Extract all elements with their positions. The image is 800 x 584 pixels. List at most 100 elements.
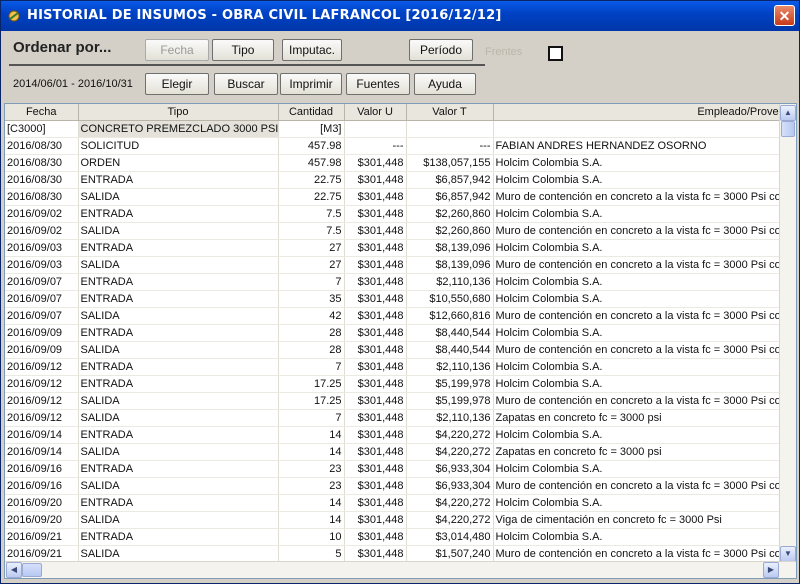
table-row[interactable]: 2016/09/16 ENTRADA 23 $301,448 $6,933,304 Hol… xyxy=(5,460,796,478)
item-header-row[interactable]: [C3000] CONCRETO PREMEZCLADO 3000 PSI [M… xyxy=(5,120,796,138)
ayuda-button[interactable]: Ayuda xyxy=(414,73,476,95)
table-row[interactable]: 2016/09/14 SALIDA 14 $301,448 $4,220,272 Zapa… xyxy=(5,443,796,461)
cell-tipo: ENTRADA xyxy=(78,239,279,257)
sort-fecha-button[interactable]: Fecha xyxy=(145,39,209,61)
cell-fecha: 2016/09/16 xyxy=(5,460,79,478)
sort-tipo-button[interactable]: Tipo xyxy=(212,39,274,61)
table-row[interactable]: 2016/09/03 ENTRADA 27 $301,448 $8,139,096 Hol… xyxy=(5,239,796,257)
cell-fecha: 2016/09/16 xyxy=(5,477,79,495)
item-unit: [M3] xyxy=(278,120,345,138)
table-row[interactable]: 2016/08/30 ORDEN 457.98 $301,448 $138,057,15… xyxy=(5,154,796,172)
cell-cantidad: 28 xyxy=(278,341,345,359)
cell-valor-t: $2,260,860 xyxy=(406,205,494,223)
cell-valor-u: $301,448 xyxy=(344,307,407,325)
table-row[interactable]: 2016/09/03 SALIDA 27 $301,448 $8,139,096 Muro… xyxy=(5,256,796,274)
cell-tipo: SALIDA xyxy=(78,409,279,427)
scroll-left-icon[interactable]: ◀ xyxy=(6,562,22,578)
cell-valor-u: $301,448 xyxy=(344,324,407,342)
column-header-fecha[interactable]: Fecha xyxy=(5,104,79,121)
cell-empleado-proveedor: Holcim Colombia S.A. xyxy=(493,171,796,189)
table-row[interactable]: 2016/09/09 ENTRADA 28 $301,448 $8,440,544 Hol… xyxy=(5,324,796,342)
item-name: CONCRETO PREMEZCLADO 3000 PSI xyxy=(78,120,279,138)
cell-tipo: SALIDA xyxy=(78,188,279,206)
title-bar[interactable]: HISTORIAL DE INSUMOS - OBRA CIVIL LAFRAN… xyxy=(1,1,799,31)
cell-empleado-proveedor: Holcim Colombia S.A. xyxy=(493,528,796,546)
table-row[interactable]: 2016/09/20 ENTRADA 14 $301,448 $4,220,272 Hol… xyxy=(5,494,796,512)
cell-cantidad: 17.25 xyxy=(278,375,345,393)
cell-valor-t: $6,857,942 xyxy=(406,188,494,206)
table-row[interactable]: 2016/09/02 ENTRADA 7.5 $301,448 $2,260,860 Ho… xyxy=(5,205,796,223)
cell-valor-u: $301,448 xyxy=(344,528,407,546)
cell-fecha: 2016/08/30 xyxy=(5,188,79,206)
table-row[interactable]: 2016/09/16 SALIDA 23 $301,448 $6,933,304 Muro… xyxy=(5,477,796,495)
cell-fecha: 2016/09/09 xyxy=(5,341,79,359)
table-row[interactable]: 2016/09/07 SALIDA 42 $301,448 $12,660,816 Mur… xyxy=(5,307,796,325)
empty-cell xyxy=(406,120,494,138)
cell-fecha: 2016/09/21 xyxy=(5,545,79,563)
cell-valor-u: $301,448 xyxy=(344,358,407,376)
column-header-tipo[interactable]: Tipo xyxy=(78,104,279,121)
scroll-up-icon[interactable]: ▲ xyxy=(780,105,796,121)
table-row[interactable]: 2016/08/30 SALIDA 22.75 $301,448 $6,857,942 M… xyxy=(5,188,796,206)
cell-fecha: 2016/09/07 xyxy=(5,307,79,325)
cell-valor-t: $8,440,544 xyxy=(406,324,494,342)
table-row[interactable]: 2016/09/07 ENTRADA 7 $301,448 $2,110,136 Holc… xyxy=(5,273,796,291)
horizontal-scroll-thumb[interactable] xyxy=(22,563,42,577)
table-row[interactable]: 2016/09/02 SALIDA 7.5 $301,448 $2,260,860 Mur… xyxy=(5,222,796,240)
order-divider xyxy=(9,64,485,66)
sort-imputac-button[interactable]: Imputac. xyxy=(282,39,342,61)
cell-valor-u: $301,448 xyxy=(344,511,407,529)
table-row[interactable]: 2016/09/20 SALIDA 14 $301,448 $4,220,272 Viga… xyxy=(5,511,796,529)
cell-empleado-proveedor: Holcim Colombia S.A. xyxy=(493,375,796,393)
toolbar: Ordenar por... Fecha Tipo Imputac. Perío… xyxy=(5,32,797,100)
cell-cantidad: 17.25 xyxy=(278,392,345,410)
cell-cantidad: 23 xyxy=(278,460,345,478)
table-row[interactable]: 2016/09/12 ENTRADA 17.25 $301,448 $5,199,978… xyxy=(5,375,796,393)
periodo-button[interactable]: Período xyxy=(409,39,473,61)
table-row[interactable]: 2016/09/09 SALIDA 28 $301,448 $8,440,544 Muro… xyxy=(5,341,796,359)
cell-valor-t: $8,440,544 xyxy=(406,341,494,359)
cell-cantidad: 42 xyxy=(278,307,345,325)
frentes-checkbox[interactable] xyxy=(548,46,563,61)
cell-valor-u: $301,448 xyxy=(344,409,407,427)
cell-fecha: 2016/08/30 xyxy=(5,137,79,155)
column-header-valor-u[interactable]: Valor U xyxy=(344,104,407,121)
table-row[interactable]: 2016/08/30 SOLICITUD 457.98 --- --- FABIAN AN… xyxy=(5,137,796,155)
table-row[interactable]: 2016/09/07 ENTRADA 35 $301,448 $10,550,680 Ho… xyxy=(5,290,796,308)
cell-valor-t: $5,199,978 xyxy=(406,375,494,393)
scroll-down-icon[interactable]: ▼ xyxy=(780,546,796,562)
table-row[interactable]: 2016/09/12 SALIDA 7 $301,448 $2,110,136 Zapat… xyxy=(5,409,796,427)
column-header-cantidad[interactable]: Cantidad xyxy=(278,104,345,121)
elegir-button[interactable]: Elegir xyxy=(145,73,209,95)
buscar-button[interactable]: Buscar xyxy=(214,73,278,95)
history-grid[interactable]: Fecha Tipo Cantidad Valor U Valor T Empl… xyxy=(4,103,797,579)
cell-empleado-proveedor: Holcim Colombia S.A. xyxy=(493,290,796,308)
vertical-scrollbar[interactable]: ▲ ▼ xyxy=(779,104,796,562)
fuentes-button[interactable]: Fuentes xyxy=(346,73,410,95)
order-by-label: Ordenar por... xyxy=(13,39,112,56)
cell-cantidad: 7.5 xyxy=(278,222,345,240)
cell-valor-t: $12,660,816 xyxy=(406,307,494,325)
column-header-empleado-proveedor[interactable]: Empleado/Proveedor xyxy=(493,104,796,121)
history-window: HISTORIAL DE INSUMOS - OBRA CIVIL LAFRAN… xyxy=(0,0,800,584)
table-row[interactable]: 2016/09/12 SALIDA 17.25 $301,448 $5,199,978 M… xyxy=(5,392,796,410)
column-header-valor-t[interactable]: Valor T xyxy=(406,104,494,121)
cell-valor-t: $6,857,942 xyxy=(406,171,494,189)
cell-empleado-proveedor: Holcim Colombia S.A. xyxy=(493,426,796,444)
table-row[interactable]: 2016/09/12 ENTRADA 7 $301,448 $2,110,136 Holc… xyxy=(5,358,796,376)
cell-tipo: SALIDA xyxy=(78,341,279,359)
scroll-right-icon[interactable]: ▶ xyxy=(763,562,779,578)
table-row[interactable]: 2016/09/21 SALIDA 5 $301,448 $1,507,240 Muro … xyxy=(5,545,796,563)
table-row[interactable]: 2016/09/14 ENTRADA 14 $301,448 $4,220,272 Hol… xyxy=(5,426,796,444)
table-row[interactable]: 2016/08/30 ENTRADA 22.75 $301,448 $6,857,942… xyxy=(5,171,796,189)
table-row[interactable]: 2016/09/21 ENTRADA 10 $301,448 $3,014,480 Hol… xyxy=(5,528,796,546)
close-button[interactable]: ✕ xyxy=(774,5,795,26)
cell-cantidad: 35 xyxy=(278,290,345,308)
horizontal-scrollbar[interactable]: ◀ ▶ xyxy=(5,561,796,578)
cell-cantidad: 7 xyxy=(278,273,345,291)
vertical-scroll-thumb[interactable] xyxy=(781,121,795,137)
cell-valor-u: $301,448 xyxy=(344,154,407,172)
cell-empleado-proveedor: Zapatas en concreto fc = 3000 psi xyxy=(493,409,796,427)
cell-tipo: SALIDA xyxy=(78,477,279,495)
imprimir-button[interactable]: Imprimir xyxy=(280,73,342,95)
